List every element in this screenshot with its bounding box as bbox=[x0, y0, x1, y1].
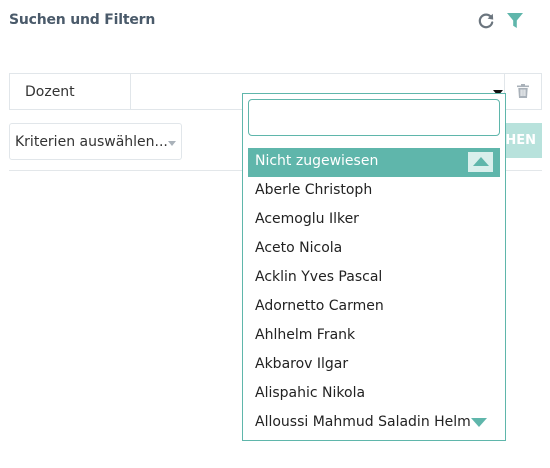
panel-title: Suchen und Filtern bbox=[9, 12, 156, 28]
chevron-down-icon bbox=[168, 141, 176, 146]
criteria-picker-label: Kriterien auswählen... bbox=[15, 134, 168, 150]
dropdown-option[interactable]: Akbarov Ilgar bbox=[248, 351, 500, 380]
scroll-up-icon[interactable] bbox=[468, 152, 493, 172]
trash-icon[interactable] bbox=[517, 84, 529, 98]
dropdown-option-list: Nicht zugewiesen Aberle Christoph Acemog… bbox=[248, 148, 500, 438]
dropdown-search-field[interactable] bbox=[248, 99, 500, 136]
criteria-picker-select[interactable]: Kriterien auswählen... bbox=[9, 123, 182, 160]
option-label: Adornetto Carmen bbox=[255, 298, 384, 314]
option-label: Nicht zugewiesen bbox=[255, 153, 379, 169]
reload-icon[interactable] bbox=[477, 12, 495, 30]
dropdown-option[interactable]: Acemoglu Ilker bbox=[248, 206, 500, 235]
dropdown-option[interactable]: Alispahic Nikola bbox=[248, 380, 500, 409]
option-label: Ahlhelm Frank bbox=[255, 327, 356, 343]
remove-criteria-button[interactable] bbox=[504, 74, 541, 109]
option-label: Aberle Christoph bbox=[255, 182, 373, 198]
option-label: Acemoglu Ilker bbox=[255, 211, 359, 227]
option-label: Alloussi Mahmud Saladin Helmut bbox=[255, 414, 470, 430]
scroll-down-icon[interactable] bbox=[471, 418, 489, 430]
dropdown-option[interactable]: Aberle Christoph bbox=[248, 177, 500, 206]
dropdown-option[interactable]: Aceto Nicola bbox=[248, 235, 500, 264]
dropdown-option[interactable]: Adornetto Carmen bbox=[248, 293, 500, 322]
dropdown-option[interactable]: Alloussi Mahmud Saladin Helmut bbox=[248, 409, 470, 438]
search-button-label: HEN bbox=[505, 133, 536, 148]
dropdown-option[interactable]: Nicht zugewiesen bbox=[248, 148, 500, 177]
dropdown-option[interactable]: Acklin Yves Pascal bbox=[248, 264, 500, 293]
option-label: Alispahic Nikola bbox=[255, 385, 366, 401]
dropdown-option[interactable]: Ahlhelm Frank bbox=[248, 322, 500, 351]
option-label: Aceto Nicola bbox=[255, 240, 343, 256]
dropdown-panel: Nicht zugewiesen Aberle Christoph Acemog… bbox=[242, 93, 506, 441]
filter-icon[interactable] bbox=[506, 11, 524, 30]
dropdown-search-input[interactable] bbox=[249, 100, 499, 135]
criteria-label: Dozent bbox=[10, 74, 131, 109]
option-label: Akbarov Ilgar bbox=[255, 356, 349, 372]
option-label: Acklin Yves Pascal bbox=[255, 269, 383, 285]
